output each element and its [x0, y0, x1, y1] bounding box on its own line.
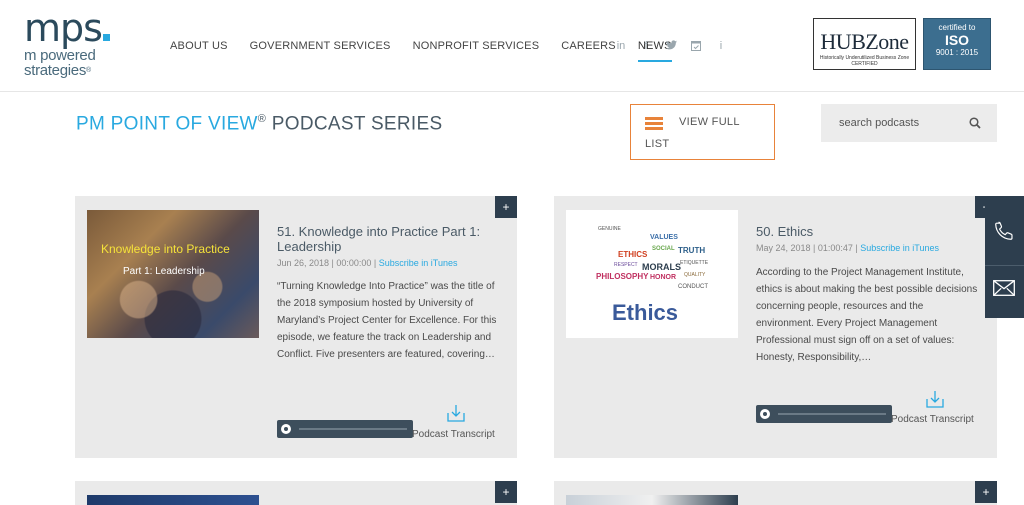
nav-about-us[interactable]: ABOUT US [170, 40, 228, 62]
progress-track[interactable] [299, 428, 407, 430]
episode-50-thumbnail[interactable]: VALUES TRUTH ETHICS MORALS HONOR PHILOSO… [566, 210, 738, 338]
download-icon[interactable] [447, 404, 465, 422]
audio-player[interactable] [277, 420, 413, 438]
thumb-title: Knowledge into Practice [101, 242, 230, 256]
logo-line2: strategies [24, 62, 87, 79]
episode-card-49: + [75, 481, 517, 505]
cloud-word: RESPECT [614, 262, 638, 268]
iso-line3: 9001 : 2015 [935, 48, 979, 57]
episode-card-51: + Knowledge into Practice Part 1: Leader… [75, 196, 517, 458]
cloud-word: ETHICS [618, 250, 648, 259]
episode-50-meta: May 24, 2018 | 01:00:47 | Subscribe in i… [756, 243, 939, 253]
episode-49-thumbnail[interactable] [87, 495, 259, 505]
calendar-icon[interactable] [691, 40, 701, 54]
page-title: PM POINT OF VIEW® PODCAST SERIES [76, 113, 442, 135]
episode-50-date: May 24, 2018 | 01:00:47 | [756, 243, 861, 253]
phone-icon [995, 221, 1013, 240]
episode-51-title[interactable]: 51. Knowledge into Practice Part 1: Lead… [277, 224, 507, 254]
mps-logo[interactable]: mps m powered strategies® [24, 8, 134, 83]
expand-button[interactable]: + [495, 481, 517, 503]
hubzone-sub2: CERTIFIED [851, 61, 878, 67]
logo-trademark: ® [86, 67, 91, 74]
subscribe-itunes-link[interactable]: Subscribe in iTunes [860, 243, 939, 253]
page: mps m powered strategies® ABOUT US GOVER… [0, 0, 1024, 505]
episode-51-description: “Turning Knowledge Into Practice” was th… [277, 281, 497, 360]
view-full-label: VIEW FULL [679, 116, 740, 128]
logo-line1: m powered [24, 47, 96, 64]
search-box [821, 104, 997, 142]
phone-button[interactable] [985, 208, 1024, 258]
mail-icon [993, 280, 1015, 296]
cloud-word: CONDUCT [678, 284, 708, 290]
episode-51-date: Jun 26, 2018 | 00:00:00 | [277, 258, 379, 268]
email-button[interactable] [985, 268, 1024, 318]
nav-careers[interactable]: CAREERS [561, 40, 616, 62]
view-full-label-2: LIST [645, 138, 670, 150]
expand-button[interactable]: + [495, 196, 517, 218]
cloud-word: SOCIAL [652, 246, 675, 252]
episode-card-50: + VALUES TRUTH ETHICS MORALS HONOR PHILO… [554, 196, 997, 458]
info-icon[interactable]: i [716, 40, 726, 54]
page-title-reg: ® [257, 113, 267, 125]
subscribe-itunes-link[interactable]: Subscribe in iTunes [379, 258, 458, 268]
iso-line1: certified to [938, 23, 976, 32]
episode-51-thumbnail[interactable]: Knowledge into Practice Part 1: Leadersh… [87, 210, 259, 338]
cloud-word: GENUINE [598, 226, 621, 232]
play-icon[interactable] [281, 424, 291, 434]
episode-card-48: + [554, 481, 997, 505]
facebook-icon[interactable]: f [641, 40, 651, 54]
page-title-blue: PM POINT OF VIEW [76, 113, 258, 135]
logo-dot [102, 34, 110, 41]
episode-48-thumbnail[interactable] [566, 495, 738, 505]
nav-government-services[interactable]: GOVERNMENT SERVICES [250, 40, 391, 62]
cloud-word: MORALS [642, 262, 681, 272]
progress-track[interactable] [778, 413, 886, 415]
iso-badge: certified to ISO 9001 : 2015 [923, 18, 991, 70]
iso-line2: ISO [944, 32, 970, 48]
episode-50-description: According to the Project Management Inst… [756, 267, 978, 363]
play-icon[interactable] [760, 409, 770, 419]
cloud-word: VALUES [650, 234, 678, 241]
view-full-list-button[interactable]: VIEW FULL LIST [630, 104, 775, 160]
logo-main: mps [24, 6, 103, 50]
cloud-word: TRUTH [678, 246, 706, 255]
page-title-dark: PODCAST SERIES [266, 113, 443, 135]
cloud-word: ETIQUETTE [680, 260, 709, 266]
audio-player[interactable] [756, 405, 892, 423]
expand-button[interactable]: + [975, 481, 997, 503]
podcast-transcript-link[interactable]: Podcast Transcript [412, 429, 495, 440]
cloud-word: QUALITY [684, 272, 706, 278]
sidebar-divider [985, 265, 1024, 266]
contact-sidebar [985, 196, 1024, 318]
list-icon [645, 117, 663, 131]
site-header: mps m powered strategies® ABOUT US GOVER… [0, 0, 1024, 92]
social-links: in f i [616, 40, 726, 54]
cloud-word: HONOR [650, 274, 677, 281]
episode-51-meta: Jun 26, 2018 | 00:00:00 | Subscribe in i… [277, 258, 457, 268]
hubzone-title: HUBZone [820, 29, 909, 54]
cloud-word: PHILOSOPHY [596, 272, 649, 281]
podcast-transcript-link[interactable]: Podcast Transcript [891, 414, 974, 425]
download-icon[interactable] [926, 390, 944, 408]
search-icon[interactable] [969, 117, 981, 129]
thumb-subtitle: Part 1: Leadership [123, 266, 205, 277]
linkedin-icon[interactable]: in [616, 40, 626, 54]
nav-nonprofit-services[interactable]: NONPROFIT SERVICES [413, 40, 540, 62]
episode-50-title[interactable]: 50. Ethics [756, 224, 976, 239]
twitter-icon[interactable] [666, 40, 677, 54]
thumb-ethics-word: Ethics [612, 300, 679, 325]
hubzone-badge: HUBZone Historically Underutilized Busin… [813, 18, 916, 70]
